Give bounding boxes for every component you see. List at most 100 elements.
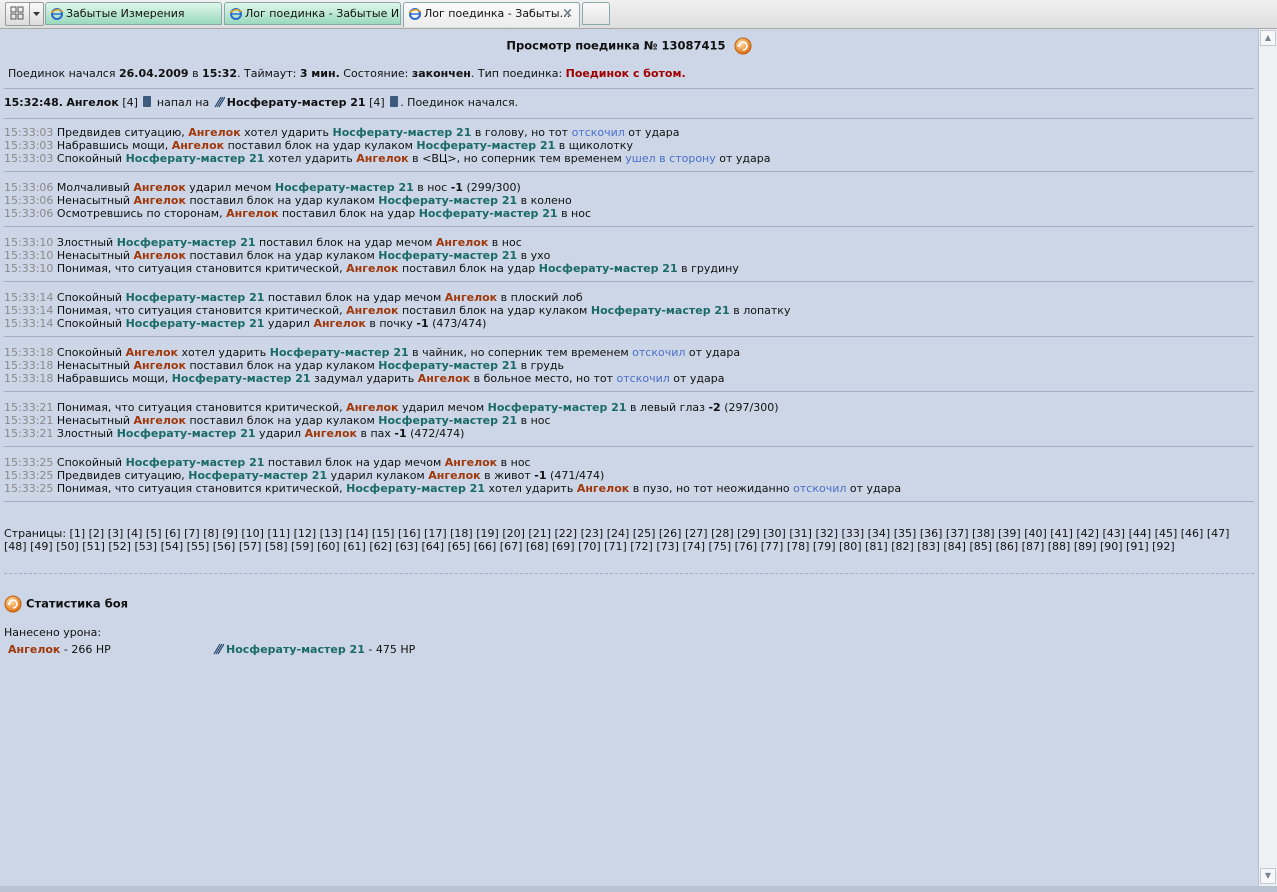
page-link[interactable]: [43] <box>1102 527 1125 540</box>
scroll-up-arrow[interactable]: ▲ <box>1260 30 1276 46</box>
page-link[interactable]: [40] <box>1024 527 1047 540</box>
page-link[interactable]: [18] <box>450 527 473 540</box>
page-link[interactable]: [69] <box>552 540 575 553</box>
page-link[interactable]: [31] <box>789 527 812 540</box>
fighter-a-name[interactable]: Ангелок <box>346 304 398 317</box>
page-link[interactable]: [50] <box>56 540 79 553</box>
fighter-b-name[interactable]: Носферату-мастер 21 <box>416 139 555 152</box>
page-link[interactable]: [74] <box>682 540 705 553</box>
fighter-b-name[interactable]: Носферату-мастер 21 <box>378 249 517 262</box>
page-link[interactable]: [82] <box>891 540 914 553</box>
tab-log-2-active[interactable]: Лог поединка - Забыты... × <box>403 2 580 27</box>
page-link[interactable]: [68] <box>526 540 549 553</box>
fighter-b-name[interactable]: Носферату-мастер 21 <box>188 469 327 482</box>
page-link[interactable]: [60] <box>317 540 340 553</box>
page-link[interactable]: [70] <box>578 540 601 553</box>
page-link[interactable]: [92] <box>1152 540 1175 553</box>
page-link[interactable]: [1] <box>70 527 86 540</box>
page-link[interactable]: [4] <box>127 527 143 540</box>
page-link[interactable]: [67] <box>500 540 523 553</box>
fighter-a-name[interactable]: Ангелок <box>418 372 470 385</box>
page-link[interactable]: [13] <box>320 527 343 540</box>
fighter-b-name[interactable]: Носферату-мастер 21 <box>126 152 265 165</box>
page-link[interactable]: [87] <box>1022 540 1045 553</box>
page-link[interactable]: [32] <box>815 527 838 540</box>
page-link[interactable]: [37] <box>946 527 969 540</box>
fighter-b-name[interactable]: Носферату-мастер 21 <box>270 346 409 359</box>
fighter-b-name[interactable]: Носферату-мастер 21 <box>117 236 256 249</box>
page-link[interactable]: [42] <box>1076 527 1099 540</box>
page-link[interactable]: [83] <box>917 540 940 553</box>
page-link[interactable]: [66] <box>474 540 497 553</box>
fighter-b-name[interactable]: Носферату-мастер 21 <box>378 194 517 207</box>
page-link[interactable]: [88] <box>1048 540 1071 553</box>
page-link[interactable]: [33] <box>842 527 865 540</box>
fighter-a-name[interactable]: Ангелок <box>134 194 186 207</box>
fighter-b-name[interactable]: Носферату-мастер 21 <box>591 304 730 317</box>
page-link[interactable]: [22] <box>555 527 578 540</box>
page-link[interactable]: [46] <box>1181 527 1204 540</box>
fighter-b-name[interactable]: Носферату-мастер 21 <box>275 181 414 194</box>
page-link[interactable]: [54] <box>161 540 184 553</box>
page-link[interactable]: [28] <box>711 527 734 540</box>
page-link[interactable]: [7] <box>184 527 200 540</box>
page-link[interactable]: [71] <box>604 540 627 553</box>
fighter-b-name[interactable]: Носферату-мастер 21 <box>172 372 311 385</box>
page-link[interactable]: [6] <box>165 527 181 540</box>
tab-zabytye-izmereniya[interactable]: Забытые Измерения <box>45 2 222 25</box>
fighter-b-name[interactable]: Носферату-мастер 21 <box>346 482 485 495</box>
tab-log-1[interactable]: Лог поединка - Забытые И... <box>224 2 401 25</box>
quick-tabs-button[interactable] <box>5 2 31 26</box>
page-link[interactable]: [12] <box>294 527 317 540</box>
page-link[interactable]: [39] <box>998 527 1021 540</box>
fighter-a-name[interactable]: Ангелок <box>133 181 185 194</box>
page-link[interactable]: [75] <box>709 540 732 553</box>
fighter-b-name[interactable]: Носферату-мастер 21 <box>488 401 627 414</box>
page-link[interactable]: [56] <box>213 540 236 553</box>
page-link[interactable]: [55] <box>187 540 210 553</box>
close-icon[interactable]: × <box>562 3 573 25</box>
page-link[interactable]: [23] <box>581 527 604 540</box>
fighter-a-name[interactable]: Ангелок <box>445 291 497 304</box>
page-link[interactable]: [80] <box>839 540 862 553</box>
fighter-a-name[interactable]: Ангелок <box>313 317 365 330</box>
page-link[interactable]: [2] <box>89 527 105 540</box>
fighter-a-name[interactable]: Ангелок <box>172 139 224 152</box>
page-link[interactable]: [5] <box>146 527 162 540</box>
page-link[interactable]: [84] <box>943 540 966 553</box>
fighter-b-name[interactable]: Носферату-мастер 21 <box>126 456 265 469</box>
page-link[interactable]: [3] <box>108 527 124 540</box>
fighter-b-name[interactable]: Носферату-мастер 21 <box>378 359 517 372</box>
fighter-a-name[interactable]: Ангелок <box>445 456 497 469</box>
new-tab-button[interactable] <box>582 2 610 25</box>
page-link[interactable]: [77] <box>761 540 784 553</box>
page-link[interactable]: [14] <box>346 527 369 540</box>
fighter-a-name[interactable]: Ангелок <box>346 401 398 414</box>
fighter-b-name[interactable]: Носферату-мастер 21 <box>539 262 678 275</box>
page-link[interactable]: [72] <box>630 540 653 553</box>
page-link[interactable]: [91] <box>1126 540 1149 553</box>
tab-list-button[interactable] <box>29 2 44 26</box>
page-link[interactable]: [45] <box>1155 527 1178 540</box>
fighter-a-name[interactable]: Ангелок <box>305 427 357 440</box>
fighter-a-name[interactable]: Ангелок <box>134 414 186 427</box>
page-link[interactable]: [52] <box>108 540 131 553</box>
fighter-b-name[interactable]: Носферату-мастер 21 <box>378 414 517 427</box>
fighter-b-name[interactable]: Носферату-мастер 21 <box>419 207 558 220</box>
page-link[interactable]: [38] <box>972 527 995 540</box>
fighter-b-name[interactable]: Носферату-мастер 21 <box>126 291 265 304</box>
page-link[interactable]: [64] <box>422 540 445 553</box>
page-link[interactable]: [51] <box>82 540 105 553</box>
page-link[interactable]: [73] <box>656 540 679 553</box>
page-link[interactable]: [35] <box>894 527 917 540</box>
info-icon[interactable] <box>390 96 399 107</box>
page-link[interactable]: [15] <box>372 527 395 540</box>
page-link[interactable]: [10] <box>241 527 264 540</box>
page-link[interactable]: [86] <box>996 540 1019 553</box>
vertical-scrollbar[interactable]: ▲ ▼ <box>1258 29 1277 886</box>
page-link[interactable]: [63] <box>395 540 418 553</box>
fighter-b-name[interactable]: Носферату-мастер 21 <box>117 427 256 440</box>
page-link[interactable]: [59] <box>291 540 314 553</box>
page-link[interactable]: [47] <box>1207 527 1230 540</box>
fighter-a-name[interactable]: Ангелок <box>346 262 398 275</box>
